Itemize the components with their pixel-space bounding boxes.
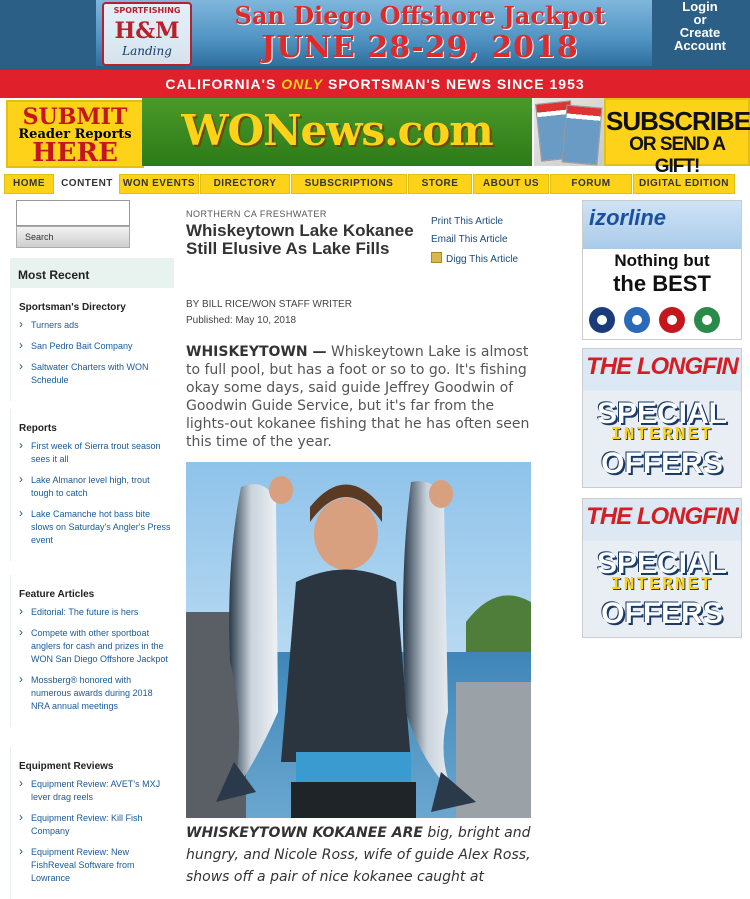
sidebar-link[interactable]: Mossberg® honored with numerous awards d… xyxy=(19,673,171,713)
sidebar-link[interactable]: Lake Almanor level high, trout tough to … xyxy=(19,473,171,500)
izorline-tag2: the BEST xyxy=(613,271,711,296)
digg-article-link[interactable]: Digg This Article xyxy=(431,252,561,265)
photo-caption: WHISKEYTOWN KOKANEE ARE big, bright and … xyxy=(186,822,541,888)
banner-ad-title: San Diego Offshore Jackpot xyxy=(234,1,606,30)
logo-line3: Landing xyxy=(122,44,172,58)
hm-landing-logo: SPORTFISHING H&M Landing xyxy=(102,2,192,66)
site-logo-text: WONews.com xyxy=(181,106,493,155)
sidebar-section-equipment: Equipment Reviews Equipment Review: AVET… xyxy=(10,747,174,899)
sidebar-link[interactable]: Compete with other sportboat anglers for… xyxy=(19,626,171,666)
nav-forum[interactable]: FORUM xyxy=(550,174,632,194)
article-tools: Print This Article Email This Article Di… xyxy=(431,216,561,272)
izorline-brand: izorline xyxy=(589,205,667,230)
article-headline: Whiskeytown Lake Kokanee Still Elusive A… xyxy=(186,221,414,258)
izorline-ad[interactable]: izorline Nothing but the BEST xyxy=(582,200,742,340)
most-recent-heading: Most Recent xyxy=(10,258,174,288)
caption-lead: WHISKEYTOWN KOKANEE ARE xyxy=(186,825,423,841)
tagline-before: CALIFORNIA'S xyxy=(165,76,282,92)
digg-label: Digg This Article xyxy=(446,254,519,265)
sidebar-section-directory: Sportsman's Directory Turners ads San Pe… xyxy=(10,288,174,401)
magazine-covers-image[interactable] xyxy=(534,98,604,166)
sidebar-link[interactable]: Equipment Review: AVET's MXJ lever drag … xyxy=(19,777,171,804)
wonews-logo[interactable]: WONews.com xyxy=(142,98,532,166)
section-title: Feature Articles xyxy=(19,589,95,600)
longfin-internet: INTERNET xyxy=(610,425,714,445)
submit-reader-reports-button[interactable]: SUBMIT Reader Reports HERE xyxy=(6,100,144,168)
email-article-link[interactable]: Email This Article xyxy=(431,234,561,245)
submit-line3: HERE xyxy=(32,138,118,168)
article-byline: BY BILL RICE/WON STAFF WRITER xyxy=(186,299,352,310)
line-spools-image xyxy=(587,305,737,335)
article-dateline: WHISKEYTOWN — xyxy=(186,344,327,360)
search-input[interactable] xyxy=(16,200,130,226)
article-photo xyxy=(186,462,531,818)
logo-line1: SPORTFISHING xyxy=(113,6,181,15)
sidebar: Most Recent Sportsman's Directory Turner… xyxy=(10,258,174,899)
sidebar-link[interactable]: Saltwater Charters with WON Schedule xyxy=(19,360,171,387)
subscribe-line2: OR SEND A GIFT! xyxy=(629,134,726,177)
magazine-cover-2 xyxy=(561,104,603,166)
longfin-ad-1[interactable]: THE LONGFIN SPECIAL INTERNET OFFERS xyxy=(582,348,742,488)
login-line4: Account xyxy=(674,38,726,53)
longfin-internet: INTERNET xyxy=(610,575,714,595)
longfin-offers: OFFERS xyxy=(601,447,723,480)
nav-directory[interactable]: DIRECTORY xyxy=(200,174,290,194)
banner-ad-dates: JUNE 28-29, 2018 xyxy=(261,30,579,65)
sidebar-link[interactable]: Editorial: The future is hers xyxy=(19,605,171,619)
sidebar-section-features: Feature Articles Editorial: The future i… xyxy=(10,575,174,727)
nav-digital-edition[interactable]: DIGITAL EDITION xyxy=(633,174,735,194)
sidebar-link[interactable]: Equipment Review: Kill Fish Company xyxy=(19,811,171,838)
top-banner-bar: SPORTFISHING H&M Landing San Diego Offsh… xyxy=(0,0,750,70)
main-nav: HOME CONTENT WON EVENTS DIRECTORY SUBSCR… xyxy=(0,174,750,194)
search-button[interactable]: Search xyxy=(16,226,130,248)
digg-icon xyxy=(431,252,442,263)
longfin-ad-2[interactable]: THE LONGFIN SPECIAL INTERNET OFFERS xyxy=(582,498,742,638)
nav-about-us[interactable]: ABOUT US xyxy=(473,174,549,194)
tagline-after: SPORTSMAN'S NEWS SINCE 1953 xyxy=(323,76,585,92)
jackpot-banner-ad[interactable]: SPORTFISHING H&M Landing San Diego Offsh… xyxy=(96,0,652,66)
login-create-account-link[interactable]: Login or Create Account xyxy=(660,0,740,52)
nav-home[interactable]: HOME xyxy=(4,174,54,194)
longfin-title: THE LONGFIN xyxy=(586,503,739,530)
tagline-emphasis: ONLY xyxy=(281,76,324,92)
nav-content[interactable]: CONTENT xyxy=(55,174,119,194)
section-title: Equipment Reviews xyxy=(19,761,114,772)
article-published-date: Published: May 10, 2018 xyxy=(186,315,297,326)
sidebar-link[interactable]: San Pedro Bait Company xyxy=(19,339,171,353)
site-header: SUBMIT Reader Reports HERE WONews.com SU… xyxy=(0,98,750,177)
sidebar-link[interactable]: Turners ads xyxy=(19,318,171,332)
logo-line2: H&M xyxy=(114,18,180,44)
section-title: Sportsman's Directory xyxy=(19,302,126,313)
sidebar-link[interactable]: Lake Camanche hot bass bite slows on Sat… xyxy=(19,507,171,547)
izorline-tag1: Nothing but xyxy=(614,251,710,270)
section-title: Reports xyxy=(19,423,57,434)
sidebar-link[interactable]: Equipment Review: New FishReveal Softwar… xyxy=(19,845,171,885)
tagline-bar: CALIFORNIA'S ONLY SPORTSMAN'S NEWS SINCE… xyxy=(0,70,750,98)
subscribe-button[interactable]: SUBSCRIBE OR SEND A GIFT! xyxy=(604,98,750,177)
nav-subscriptions[interactable]: SUBSCRIPTIONS xyxy=(291,174,407,194)
print-article-link[interactable]: Print This Article xyxy=(431,216,561,227)
longfin-offers: OFFERS xyxy=(601,597,723,630)
nav-won-events[interactable]: WON EVENTS xyxy=(119,174,199,194)
subscribe-line1: SUBSCRIBE xyxy=(606,106,750,136)
sidebar-link[interactable]: First week of Sierra trout season sees i… xyxy=(19,439,171,466)
longfin-title: THE LONGFIN xyxy=(586,353,739,380)
article-category[interactable]: NORTHERN CA FRESHWATER xyxy=(186,209,327,219)
sidebar-section-reports: Reports First week of Sierra trout seaso… xyxy=(10,409,174,561)
article-lede: WHISKEYTOWN — Whiskeytown Lake is almost… xyxy=(186,343,531,451)
nav-store[interactable]: STORE xyxy=(408,174,472,194)
